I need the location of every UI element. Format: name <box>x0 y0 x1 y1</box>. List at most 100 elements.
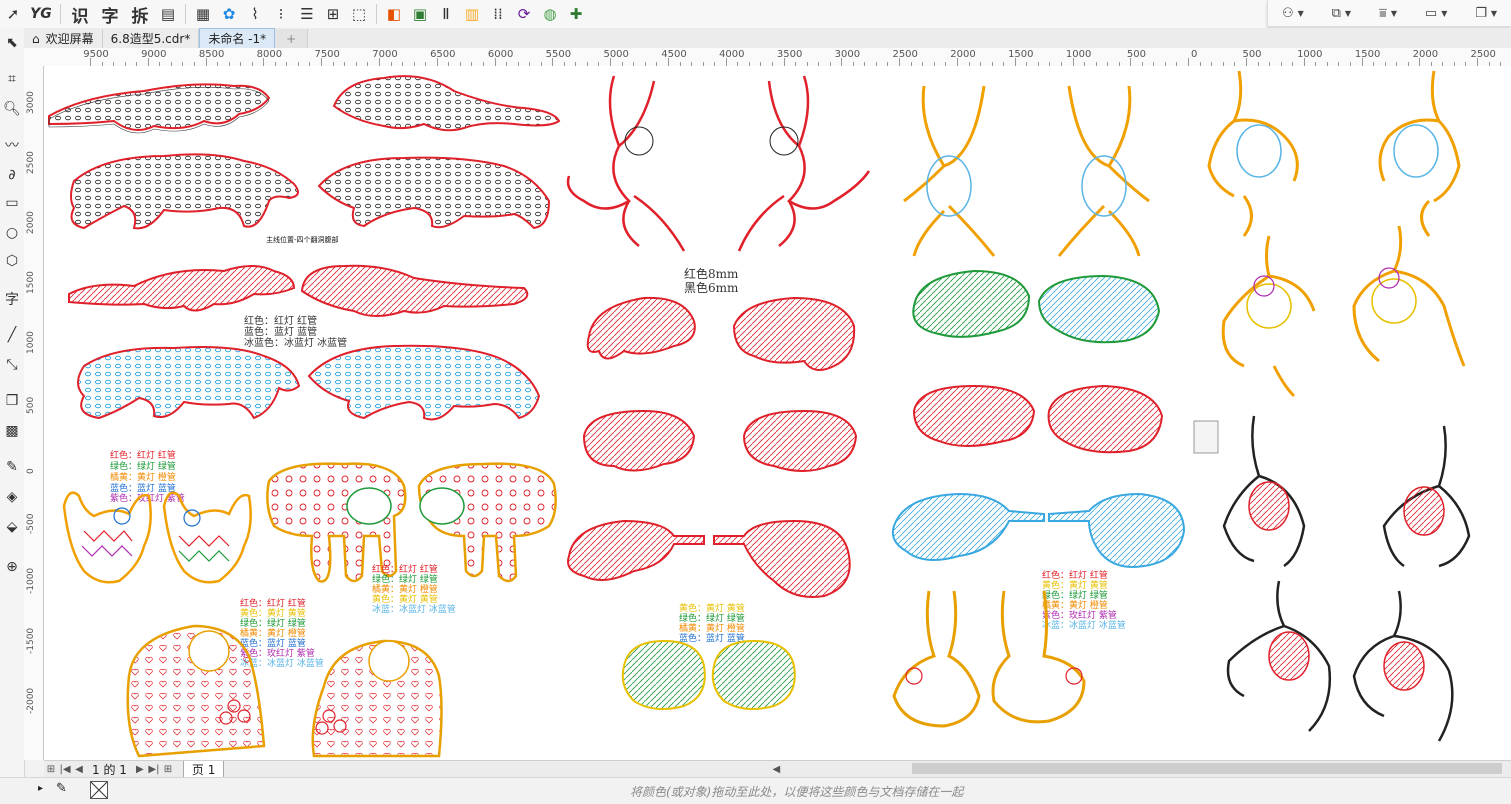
recognize-button[interactable]: 识 <box>67 3 93 27</box>
connector-icon[interactable]: ⤡ <box>2 354 22 376</box>
add-tool-icon[interactable]: ⊕ <box>2 556 22 578</box>
monkey-red-1[interactable] <box>1222 415 1306 568</box>
outline-fill-icon[interactable]: ⬙ <box>2 516 22 538</box>
chameleon-tongue-right[interactable] <box>713 519 851 598</box>
chameleon-tongue-left[interactable] <box>567 519 705 581</box>
chameleon-blue-left[interactable] <box>891 492 1045 561</box>
pick-tool-icon[interactable]: ➚ <box>2 3 24 25</box>
monkey-red-3[interactable] <box>1226 580 1331 732</box>
chameleon-red-5[interactable] <box>912 384 1036 447</box>
arrange-icon[interactable]: ⚇ ▼ <box>1282 6 1304 21</box>
leopard-stretch-right[interactable] <box>300 264 529 317</box>
chameleon-red-4[interactable] <box>742 409 858 472</box>
monkey-blue-left[interactable] <box>903 85 996 257</box>
monkey-red-2[interactable] <box>1382 425 1471 568</box>
drawing-canvas[interactable]: 主线位置-四个翻洞腹部 红色：红灯 红管 蓝色：蓝灯 蓝管 冰蓝色：冰蓝灯 冰蓝… <box>44 66 1511 760</box>
palette-expand-icon[interactable]: ▸ <box>38 783 43 794</box>
leopard-walking-right[interactable] <box>317 156 551 230</box>
monkey-blue-right[interactable] <box>1057 85 1150 257</box>
polygon-icon[interactable]: ⬡ <box>2 250 22 272</box>
leopard-blue-right[interactable] <box>307 344 541 421</box>
sloth-green-left[interactable] <box>621 639 706 711</box>
node-edit-icon[interactable]: ⬉ <box>2 32 22 54</box>
transparency-icon[interactable]: ▩ <box>2 420 22 442</box>
text-button[interactable]: 字 <box>97 3 123 27</box>
sloth-dots-left[interactable] <box>266 462 407 583</box>
group-icon[interactable]: ⧉ ▼ <box>1332 6 1351 21</box>
chameleon-red-2[interactable] <box>732 296 856 371</box>
crop-icon[interactable]: ⌗ <box>2 68 22 90</box>
monkey-colored-4[interactable] <box>1352 225 1466 367</box>
zoom-icon[interactable]: 🔍︎ <box>2 98 22 120</box>
text-tool-icon[interactable]: 字 <box>2 288 22 310</box>
sloth-hearts-right[interactable] <box>311 639 443 758</box>
chameleon-green-right[interactable] <box>1037 274 1161 344</box>
horizontal-scrollbar[interactable] <box>912 763 1502 774</box>
display-icon[interactable]: ▭ ▼ <box>1425 6 1447 21</box>
sloth-hanging-left[interactable] <box>62 491 152 584</box>
monkey-red-4[interactable] <box>1352 590 1454 742</box>
fill-icon[interactable]: ◈ <box>2 486 22 508</box>
distribute-icon[interactable]: ⁝ <box>270 3 292 25</box>
sphere-icon[interactable]: ◍ <box>539 3 561 25</box>
leopard-blue-left[interactable] <box>77 346 301 420</box>
chameleon-blue-right[interactable] <box>1048 492 1186 568</box>
first-page-icon[interactable]: |◀ <box>58 764 72 775</box>
table-icon[interactable]: ▦ <box>192 3 214 25</box>
eyedropper-palette-icon[interactable]: ✎ <box>56 781 67 796</box>
line-tool-icon[interactable]: ╱ <box>2 324 22 346</box>
monkey-hanging-center-left[interactable] <box>566 75 686 252</box>
monkey-colored-3[interactable] <box>1221 235 1316 398</box>
no-color-swatch[interactable] <box>90 781 108 799</box>
split-button[interactable]: 拆 <box>127 3 153 27</box>
tab-doc1[interactable]: 6.8造型5.cdr* <box>103 29 200 48</box>
ruler-corner[interactable] <box>24 48 45 67</box>
ellipse-icon[interactable]: ○ <box>2 222 22 244</box>
chameleon-green-left[interactable] <box>912 269 1031 338</box>
image-icon[interactable]: ▣ <box>409 3 431 25</box>
blend-icon[interactable]: ✿ <box>218 3 240 25</box>
tab-welcome[interactable]: ⌂ 欢迎屏幕 <box>24 29 103 48</box>
align-icon[interactable]: ⩸ ▼ <box>1379 6 1397 21</box>
leopard-stretch-left[interactable] <box>68 265 296 312</box>
page-tab-1[interactable]: 页 1 <box>182 761 225 778</box>
add-page-after-icon[interactable]: ⊞ <box>161 764 175 775</box>
lines-icon[interactable]: ☰ <box>296 3 318 25</box>
page-thumbnail-icon[interactable] <box>1193 420 1219 454</box>
nodes-icon[interactable]: ⊞ <box>322 3 344 25</box>
tab-doc2[interactable]: 未命名 -1* <box>199 28 276 48</box>
vertical-ruler[interactable]: 3000 2500 2000 1500 1000 500 0 -500 -1000 -1500 -2… <box>24 66 44 760</box>
curve-icon[interactable]: ⌇ <box>244 3 266 25</box>
sloth-green-right[interactable] <box>711 639 796 711</box>
scroll-left-icon[interactable]: ◀ <box>769 764 783 775</box>
leopard-top-left[interactable] <box>48 83 271 134</box>
eyedropper-icon[interactable]: ✎ <box>2 456 22 478</box>
leopard-top-right[interactable] <box>332 75 561 132</box>
rectangle-icon[interactable]: ▭ <box>2 192 22 214</box>
chameleon-red-3[interactable] <box>582 409 696 472</box>
monkey-hanging-center-right[interactable] <box>737 75 871 252</box>
last-page-icon[interactable]: ▶| <box>147 764 161 775</box>
text-frame-icon[interactable]: Ⅱ <box>435 3 457 25</box>
grid-icon[interactable]: ▥ <box>461 3 483 25</box>
chameleon-red-1[interactable] <box>586 296 696 360</box>
plugin-icon[interactable]: ✚ <box>565 3 587 25</box>
new-tab-button[interactable]: + <box>275 29 309 48</box>
monkey-colored-1[interactable] <box>1207 70 1299 237</box>
pattern-icon[interactable]: ⁞⁞ <box>487 3 509 25</box>
add-page-before-icon[interactable]: ⊞ <box>44 764 58 775</box>
next-page-icon[interactable]: ▶ <box>133 764 147 775</box>
leopard-walking-left[interactable] <box>70 153 299 230</box>
clipboard-icon[interactable]: ▤ <box>157 3 179 25</box>
artistic-media-icon[interactable]: ∂ <box>2 164 22 186</box>
chameleon-red-6[interactable] <box>1047 384 1164 454</box>
yg-plugin-button[interactable]: YG <box>28 3 54 25</box>
sloth-hanging-bottom-left[interactable] <box>892 590 981 728</box>
freehand-icon[interactable]: 〰 <box>2 134 22 156</box>
monkey-colored-2[interactable] <box>1378 70 1461 237</box>
horizontal-ruler[interactable]: 9500 9000 8500 8000 7500 7000 6500 6000 5500 5000… <box>44 48 1511 67</box>
convert-icon[interactable]: ⟳ <box>513 3 535 25</box>
shadow-icon[interactable]: ❒ <box>2 390 22 412</box>
window-icon[interactable]: ❐ ▼ <box>1475 6 1497 21</box>
select-box-icon[interactable]: ⬚ <box>348 3 370 25</box>
